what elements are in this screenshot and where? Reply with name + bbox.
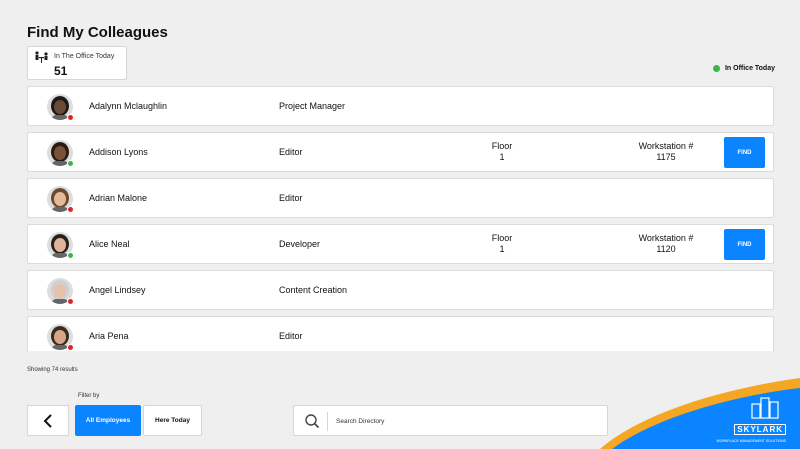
workstation-info: Workstation # 1175 bbox=[626, 141, 706, 163]
page-title: Find My Colleagues bbox=[27, 24, 168, 41]
chevron-left-icon bbox=[43, 413, 52, 428]
workstation-value: 1175 bbox=[656, 152, 676, 162]
avatar bbox=[47, 278, 74, 305]
colleague-name: Addison Lyons bbox=[89, 147, 148, 157]
colleague-row[interactable]: Aria Pena Editor bbox=[27, 316, 774, 351]
status-indicator bbox=[67, 206, 74, 213]
workstation-label: Workstation # bbox=[638, 141, 694, 151]
search-icon bbox=[305, 414, 320, 429]
colleague-row[interactable]: Adrian Malone Editor bbox=[27, 178, 774, 218]
avatar bbox=[47, 232, 74, 259]
status-indicator bbox=[67, 114, 74, 121]
colleague-name: Adrian Malone bbox=[89, 193, 148, 203]
brand-tagline: WORKPLACE MANAGEMENT SOLUTIONS bbox=[716, 439, 786, 443]
colleague-row[interactable]: Addison Lyons Editor Floor 1 Workstation… bbox=[27, 132, 774, 172]
avatar bbox=[47, 140, 74, 167]
status-indicator bbox=[67, 252, 74, 259]
desk-people-icon bbox=[35, 51, 48, 63]
workstation-value: 1120 bbox=[656, 244, 676, 254]
colleague-list[interactable]: Adalynn Mclaughlin Project Manager Addis… bbox=[27, 86, 774, 351]
colleague-name: Adalynn Mclaughlin bbox=[89, 101, 168, 111]
colleague-role: Editor bbox=[279, 193, 303, 203]
floor-label: Floor bbox=[491, 233, 513, 243]
colleague-name: Alice Neal bbox=[89, 239, 130, 249]
results-count: Showing 74 results bbox=[27, 367, 78, 373]
colleague-role: Project Manager bbox=[279, 101, 346, 111]
search-divider bbox=[327, 412, 328, 431]
brand-logo-text: SKYLARK bbox=[734, 424, 786, 435]
avatar bbox=[47, 94, 74, 121]
status-indicator bbox=[67, 298, 74, 305]
floor-info: Floor 1 bbox=[477, 141, 527, 163]
filter-all-employees-button[interactable]: All Employees bbox=[75, 405, 141, 436]
brand-swoosh bbox=[600, 378, 800, 449]
colleague-name: Aria Pena bbox=[89, 331, 129, 341]
colleague-row[interactable]: Alice Neal Developer Floor 1 Workstation… bbox=[27, 224, 774, 264]
legend-label: In Office Today bbox=[724, 65, 775, 72]
in-office-label: In The Office Today bbox=[54, 53, 115, 60]
in-office-count: 51 bbox=[54, 64, 68, 78]
floor-value: 1 bbox=[499, 152, 505, 162]
filter-label: Filter by bbox=[78, 393, 100, 399]
colleague-name: Angel Lindsey bbox=[89, 285, 146, 295]
floor-info: Floor 1 bbox=[477, 233, 527, 255]
search-input[interactable] bbox=[336, 414, 596, 428]
workstation-label: Workstation # bbox=[638, 233, 694, 243]
colleague-row[interactable]: Adalynn Mclaughlin Project Manager bbox=[27, 86, 774, 126]
avatar bbox=[47, 324, 74, 351]
filter-here-today-button[interactable]: Here Today bbox=[143, 405, 202, 436]
floor-value: 1 bbox=[499, 244, 505, 254]
find-button[interactable]: FIND bbox=[724, 229, 765, 260]
colleague-row[interactable]: Angel Lindsey Content Creation bbox=[27, 270, 774, 310]
colleague-role: Editor bbox=[279, 331, 303, 341]
status-legend: In Office Today bbox=[712, 65, 775, 72]
workstation-info: Workstation # 1120 bbox=[626, 233, 706, 255]
brand-corner: SKYLARK WORKPLACE MANAGEMENT SOLUTIONS bbox=[600, 374, 800, 449]
floor-label: Floor bbox=[491, 141, 513, 151]
colleague-role: Content Creation bbox=[279, 285, 348, 295]
legend-dot bbox=[712, 65, 720, 72]
back-button[interactable] bbox=[27, 405, 69, 436]
avatar bbox=[47, 186, 74, 213]
colleague-role: Editor bbox=[279, 147, 303, 157]
find-button[interactable]: FIND bbox=[724, 137, 765, 168]
search-bar[interactable] bbox=[293, 405, 608, 436]
status-indicator bbox=[67, 344, 74, 351]
colleague-role: Developer bbox=[279, 239, 321, 249]
status-indicator bbox=[67, 160, 74, 167]
in-office-card: In The Office Today 51 bbox=[27, 46, 127, 80]
